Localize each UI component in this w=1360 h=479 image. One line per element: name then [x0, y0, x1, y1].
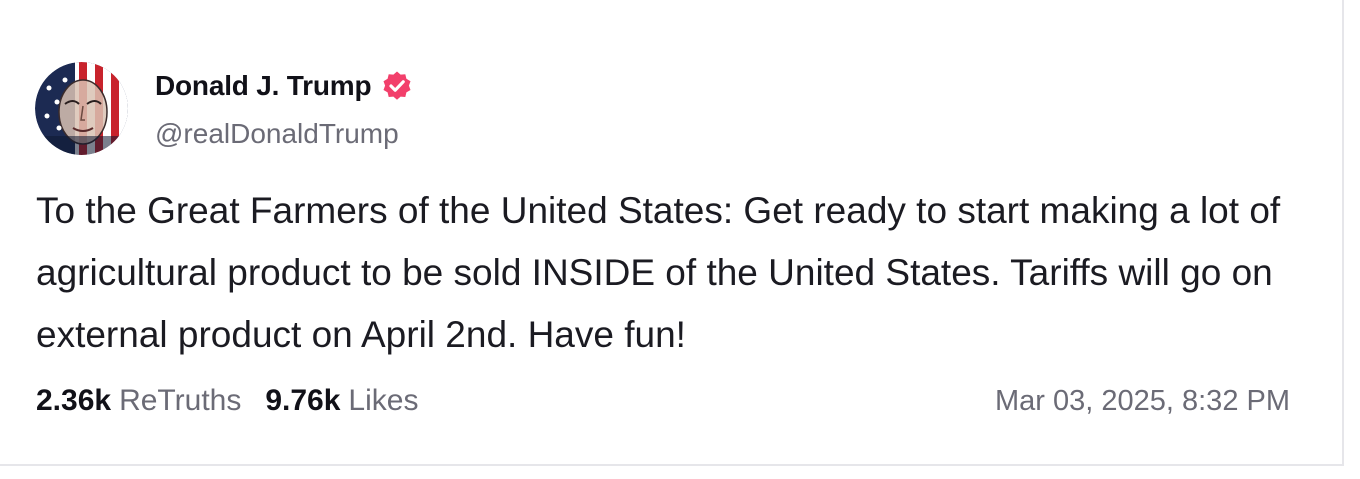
avatar-image — [35, 62, 128, 155]
likes-label: Likes — [348, 384, 419, 417]
likes-stat[interactable]: 9.76k Likes — [265, 384, 418, 418]
post-card[interactable]: Donald J. Trump @realDonaldTrump To the … — [0, 0, 1344, 466]
verified-badge-icon — [381, 70, 413, 102]
post-body-text: To the Great Farmers of the United State… — [36, 190, 1281, 355]
retruths-label: ReTruths — [119, 384, 242, 417]
post-timestamp[interactable]: Mar 03, 2025, 8:32 PM — [995, 385, 1290, 418]
profile-avatar[interactable] — [35, 62, 128, 155]
author-handle[interactable]: @realDonaldTrump — [155, 118, 399, 150]
author-display-name[interactable]: Donald J. Trump — [155, 70, 372, 102]
likes-count: 9.76k — [265, 384, 341, 417]
post-stats: 2.36k ReTruths 9.76k Likes — [36, 384, 418, 418]
retruths-count: 2.36k — [36, 384, 112, 417]
retruths-stat[interactable]: 2.36k ReTruths — [36, 384, 241, 418]
author-name-row: Donald J. Trump — [155, 70, 413, 102]
